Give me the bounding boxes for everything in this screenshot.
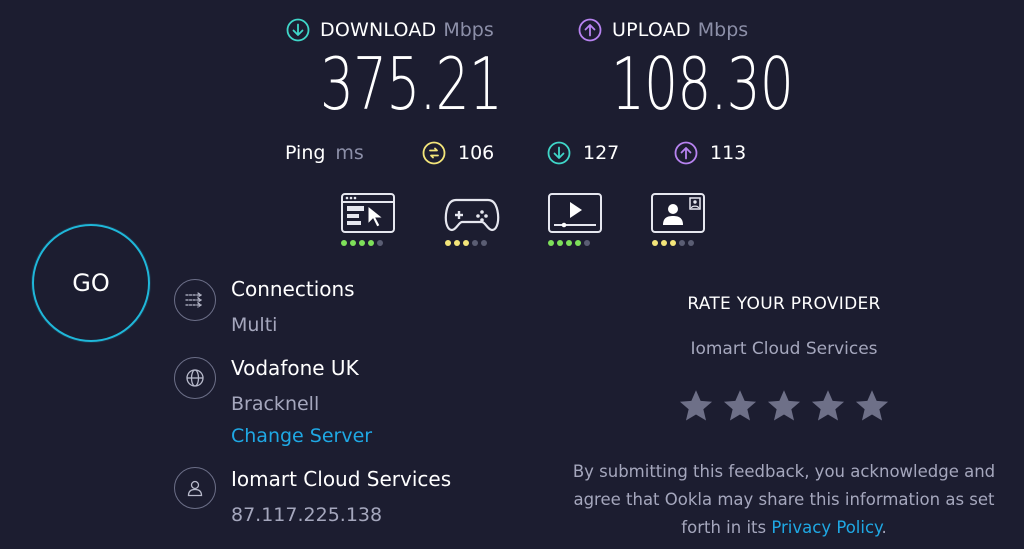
rating-dot <box>584 240 590 246</box>
download-arrow-icon <box>286 18 310 42</box>
connections-value: Multi <box>231 314 278 336</box>
rating-dot <box>557 240 563 246</box>
star-icon[interactable] <box>766 388 802 424</box>
connections-title: Connections <box>231 277 355 301</box>
rate-provider-name: Iomart Cloud Services <box>690 339 878 359</box>
star-rating[interactable] <box>678 388 890 424</box>
ping-download: 127 <box>547 139 619 167</box>
video-chat-icon <box>650 192 706 234</box>
rating-dot <box>548 240 554 246</box>
download-speed-value: 375.21 <box>320 42 503 126</box>
upload-unit: Mbps <box>697 19 749 41</box>
star-icon[interactable] <box>722 388 758 424</box>
ping-idle-value: 106 <box>458 142 495 164</box>
download-header: DOWNLOAD Mbps <box>286 16 494 44</box>
video-streaming-icon <box>547 192 603 234</box>
download-unit: Mbps <box>443 19 494 41</box>
disclaimer-prefix: forth in its <box>681 518 767 537</box>
privacy-policy-link[interactable]: Privacy Policy <box>771 518 881 537</box>
upload-label: UPLOAD <box>612 19 691 41</box>
download-arrow-icon <box>547 141 571 165</box>
gaming-icon <box>444 192 500 234</box>
rating-dot <box>688 240 694 246</box>
ping-label-group: Ping ms <box>285 139 364 167</box>
rating-dot <box>566 240 572 246</box>
rating-dot <box>652 240 658 246</box>
download-label: DOWNLOAD <box>320 19 437 41</box>
ping-upload-value: 113 <box>710 142 747 164</box>
server-name: Vodafone UK <box>231 356 359 380</box>
rating-dot <box>481 240 487 246</box>
video-chat-rating <box>652 240 694 246</box>
server-location: Bracknell <box>231 393 320 415</box>
provider-name: Iomart Cloud Services <box>231 467 452 491</box>
rating-dot <box>359 240 365 246</box>
ping-idle-icon <box>422 141 446 165</box>
rating-dot <box>463 240 469 246</box>
rating-dot <box>454 240 460 246</box>
change-server-link[interactable]: Change Server <box>231 425 372 447</box>
star-icon[interactable] <box>810 388 846 424</box>
ping-upload: 113 <box>674 139 746 167</box>
rating-dot <box>445 240 451 246</box>
go-button[interactable]: GO <box>32 224 150 342</box>
feedback-disclaimer: By submitting this feedback, you acknowl… <box>560 458 1008 542</box>
ping-label: Ping <box>285 142 326 164</box>
star-icon[interactable] <box>678 388 714 424</box>
upload-arrow-icon <box>578 18 602 42</box>
ping-unit: ms <box>335 142 364 164</box>
provider-ip: 87.117.225.138 <box>231 504 383 526</box>
connections-icon[interactable] <box>174 279 216 321</box>
web-browsing-rating <box>341 240 383 246</box>
upload-speed-value: 108.30 <box>611 42 794 126</box>
rating-dot <box>670 240 676 246</box>
star-icon[interactable] <box>854 388 890 424</box>
rating-dot <box>661 240 667 246</box>
rating-dot <box>679 240 685 246</box>
rating-dot <box>368 240 374 246</box>
rating-dot <box>472 240 478 246</box>
gaming-rating <box>445 240 487 246</box>
upload-arrow-icon <box>674 141 698 165</box>
disclaimer-line-3: forth in its Privacy Policy. <box>560 514 1008 542</box>
web-browsing-icon <box>340 192 396 234</box>
rating-dot <box>575 240 581 246</box>
user-icon <box>174 467 216 509</box>
disclaimer-line-2: agree that Ookla may share this informat… <box>573 490 995 509</box>
ping-download-value: 127 <box>583 142 620 164</box>
rate-provider-title: RATE YOUR PROVIDER <box>687 294 881 314</box>
upload-header: UPLOAD Mbps <box>578 16 748 44</box>
rating-dot <box>341 240 347 246</box>
rating-dot <box>377 240 383 246</box>
globe-icon <box>174 357 216 399</box>
go-label: GO <box>72 269 110 297</box>
ping-idle: 106 <box>422 139 494 167</box>
disclaimer-line-1: By submitting this feedback, you acknowl… <box>572 462 996 481</box>
video-streaming-rating <box>548 240 590 246</box>
rating-dot <box>350 240 356 246</box>
disclaimer-suffix: . <box>881 518 887 537</box>
